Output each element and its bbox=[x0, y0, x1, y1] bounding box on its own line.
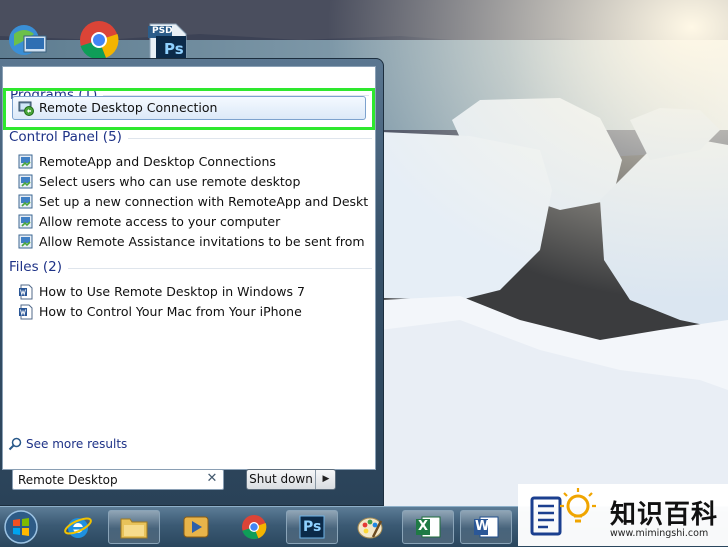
watermark: 知识百科 www.mimingshi.com bbox=[518, 484, 728, 546]
internet-explorer-icon[interactable] bbox=[52, 510, 104, 544]
ps-label: Ps bbox=[164, 40, 184, 58]
result-control-panel-item[interactable]: RemoteApp and Desktop Connections bbox=[18, 152, 368, 172]
result-file-item[interactable]: How to Use Remote Desktop in Windows 7 bbox=[18, 282, 368, 302]
network-icon[interactable] bbox=[4, 18, 50, 60]
chrome-icon[interactable] bbox=[76, 18, 122, 60]
start-orb-icon[interactable] bbox=[0, 510, 42, 544]
result-control-panel-item[interactable]: Select users who can use remote desktop bbox=[18, 172, 368, 192]
control-panel-icon bbox=[18, 194, 34, 210]
word-document-icon bbox=[18, 304, 34, 320]
watermark-text: 知识百科 bbox=[610, 500, 719, 530]
paint-icon[interactable] bbox=[344, 510, 396, 544]
see-more-label: See more results bbox=[26, 437, 128, 451]
shutdown-button[interactable]: Shut down bbox=[247, 470, 315, 489]
excel-icon[interactable]: X bbox=[402, 510, 454, 544]
group-divider bbox=[124, 138, 372, 139]
result-control-panel-item[interactable]: Set up a new connection with RemoteApp a… bbox=[18, 192, 368, 212]
shutdown-button-group: Shut down ▶ bbox=[246, 469, 336, 490]
result-label: Set up a new connection with RemoteApp a… bbox=[39, 194, 368, 209]
highlight-annotation bbox=[3, 88, 375, 130]
group-divider bbox=[66, 268, 372, 269]
result-label: Allow Remote Assistance invitations to b… bbox=[39, 234, 368, 249]
search-input[interactable] bbox=[13, 470, 206, 489]
word-document-icon bbox=[18, 284, 34, 300]
result-label: RemoteApp and Desktop Connections bbox=[39, 154, 276, 169]
photoshop-icon[interactable]: Ps bbox=[286, 510, 338, 544]
result-label: Allow remote access to your computer bbox=[39, 214, 281, 229]
result-file-item[interactable]: How to Control Your Mac from Your iPhone bbox=[18, 302, 368, 322]
result-control-panel-item[interactable]: Allow Remote Assistance invitations to b… bbox=[18, 232, 368, 252]
file-explorer-icon[interactable] bbox=[108, 510, 160, 544]
control-panel-icon bbox=[18, 214, 34, 230]
watermark-logo-icon bbox=[530, 488, 596, 536]
start-search-box[interactable]: ✕ bbox=[12, 469, 224, 490]
group-header-control-panel: Control Panel (5) bbox=[9, 128, 128, 146]
group-header-files: Files (2) bbox=[9, 258, 69, 276]
result-label: How to Control Your Mac from Your iPhone bbox=[39, 304, 302, 319]
control-panel-icon bbox=[18, 174, 34, 190]
control-panel-icon bbox=[18, 154, 34, 170]
chrome-icon[interactable] bbox=[228, 510, 280, 544]
magnifier-icon bbox=[8, 437, 22, 451]
ps-label: Ps bbox=[303, 519, 322, 535]
media-player-icon[interactable] bbox=[170, 510, 222, 544]
result-label: Select users who can use remote desktop bbox=[39, 174, 301, 189]
psd-label: PSD bbox=[152, 26, 173, 36]
watermark-url: www.mimingshi.com bbox=[610, 528, 709, 539]
result-control-panel-item[interactable]: Allow remote access to your computer bbox=[18, 212, 368, 232]
word-label: W bbox=[475, 519, 490, 534]
shutdown-options-arrow-icon[interactable]: ▶ bbox=[315, 470, 336, 489]
result-label: How to Use Remote Desktop in Windows 7 bbox=[39, 284, 305, 299]
word-icon[interactable]: W bbox=[460, 510, 512, 544]
excel-label: X bbox=[418, 519, 429, 534]
clear-search-icon[interactable]: ✕ bbox=[205, 472, 219, 486]
control-panel-icon bbox=[18, 234, 34, 250]
